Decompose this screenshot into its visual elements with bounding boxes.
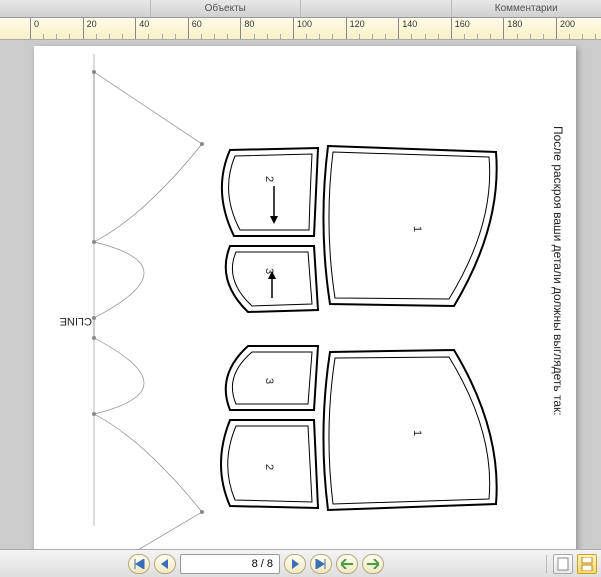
last-page-button[interactable]: [310, 554, 332, 574]
cline-label: CLINE: [60, 315, 92, 327]
label-1-lower: 1: [411, 430, 423, 436]
piece-1-upper-outer: [323, 146, 496, 306]
tab-strip: Объекты Комментарии: [0, 0, 601, 18]
tab-2[interactable]: [301, 0, 452, 17]
ruler-tick: 200: [556, 18, 575, 39]
ruler-tick: 100: [293, 18, 312, 39]
ruler-tick: 80: [240, 18, 254, 39]
ruler-tick: 160: [451, 18, 470, 39]
first-page-button[interactable]: [128, 554, 150, 574]
next-page-button[interactable]: [284, 554, 306, 574]
tab-0[interactable]: [0, 0, 151, 17]
back-button[interactable]: [336, 554, 358, 574]
horizontal-ruler: 020406080100120140160180200220: [0, 18, 601, 40]
ruler-tick: 60: [188, 18, 202, 39]
single-page-view-button[interactable]: [553, 554, 573, 574]
ruler-tick: 0: [30, 18, 39, 39]
label-1-upper: 1: [411, 226, 423, 232]
prev-page-button[interactable]: [154, 554, 176, 574]
ruler-tick: 180: [503, 18, 522, 39]
label-3-upper: 3: [263, 268, 275, 274]
curve-upper-bump: [94, 242, 144, 318]
ruler-tick: 20: [83, 18, 97, 39]
navigation-bar: 8 / 8: [0, 549, 601, 577]
instruction-text: После раскроя ваши детали должны выгляде…: [551, 126, 565, 416]
label-2-upper: 2: [263, 176, 275, 182]
ruler-tick: 40: [135, 18, 149, 39]
document-page: После раскроя ваши детали должны выгляде…: [34, 46, 576, 549]
tab-objects[interactable]: Объекты: [151, 0, 302, 17]
page-number-input[interactable]: 8 / 8: [180, 554, 280, 574]
label-3-lower: 3: [263, 378, 275, 384]
continuous-view-button[interactable]: [577, 554, 597, 574]
piece-1-lower-inner: [329, 357, 490, 504]
construction-upper: [94, 72, 202, 242]
canvas-area[interactable]: После раскроя ваши детали должны выгляде…: [0, 40, 601, 549]
ruler-tick: 140: [398, 18, 417, 39]
curve-lower-bump: [94, 338, 144, 414]
construction-lower: [94, 414, 202, 549]
tab-comments[interactable]: Комментарии: [452, 0, 601, 17]
piece-1-upper-inner: [329, 152, 490, 299]
piece-1-lower-outer: [323, 350, 496, 510]
piece-2-upper-inner: [229, 154, 312, 230]
forward-button[interactable]: [362, 554, 384, 574]
ruler-tick: 120: [346, 18, 365, 39]
pattern-drawing: После раскроя ваши детали должны выгляде…: [34, 46, 576, 549]
label-2-lower: 2: [263, 464, 275, 470]
